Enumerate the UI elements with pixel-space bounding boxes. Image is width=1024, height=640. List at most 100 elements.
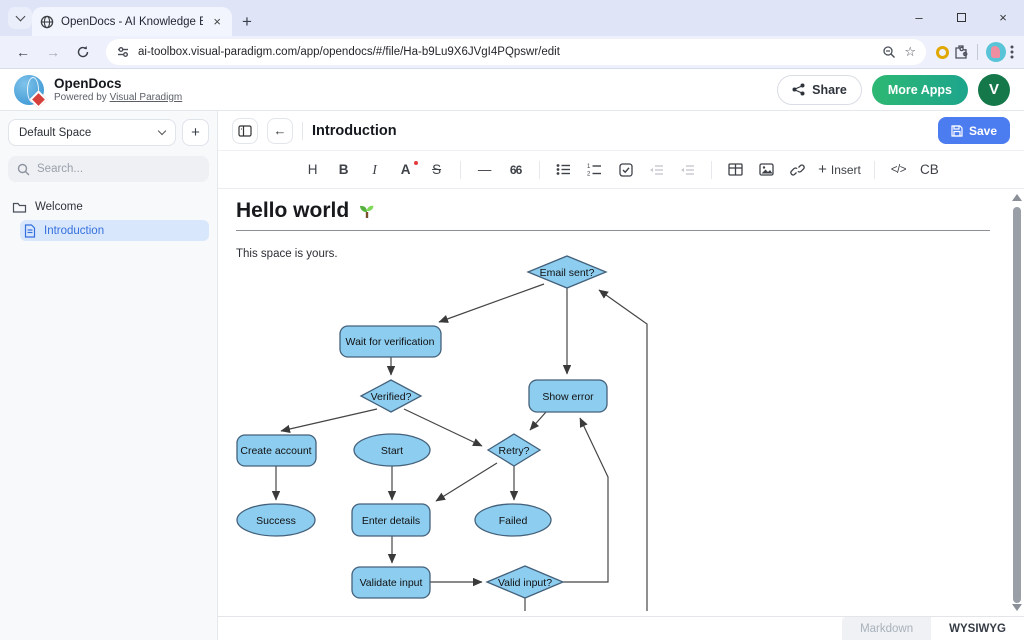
extensions-button[interactable] <box>953 44 969 60</box>
seedling-emoji <box>357 201 377 221</box>
chevron-down-icon <box>15 12 25 22</box>
reload-button[interactable] <box>70 39 96 65</box>
editor-content[interactable]: Hello world This space is yours. <box>218 189 1024 616</box>
tab-title: OpenDocs - AI Knowledge Base <box>61 16 203 28</box>
zoom-page-button[interactable] <box>882 45 896 59</box>
flow-node-wait-for-verification: Wait for verification <box>340 326 441 357</box>
indent-button[interactable] <box>643 157 670 183</box>
search-box[interactable] <box>8 156 209 182</box>
heading-button[interactable]: H <box>299 157 326 183</box>
wysiwyg-mode-button[interactable]: WYSIWYG <box>931 617 1024 640</box>
svg-text:Success: Success <box>256 515 296 527</box>
link-icon <box>790 163 805 177</box>
puzzle-icon <box>953 44 969 60</box>
page-title: Introduction <box>312 123 397 139</box>
svg-text:Show error: Show error <box>542 391 594 403</box>
image-icon <box>759 163 774 176</box>
svg-text:2: 2 <box>587 172 591 177</box>
bold-button[interactable]: B <box>330 157 357 183</box>
inline-code-button[interactable]: </> <box>885 157 912 183</box>
flow-node-success: Success <box>237 504 315 536</box>
flow-node-failed: Failed <box>475 504 551 536</box>
browser-menu-button[interactable] <box>1010 44 1014 60</box>
font-color-button[interactable]: A <box>392 157 419 183</box>
tab-search-button[interactable] <box>8 7 32 29</box>
document-header-bar: ← Introduction Save <box>218 111 1024 151</box>
visual-paradigm-link[interactable]: Visual Paradigm <box>110 92 183 103</box>
vertical-scrollbar[interactable] <box>1009 189 1024 616</box>
toolbar-divider <box>977 44 978 60</box>
minimize-button[interactable]: – <box>898 0 940 34</box>
forward-button[interactable]: → <box>40 39 66 65</box>
italic-button[interactable]: I <box>361 157 388 183</box>
bullet-list-button[interactable] <box>550 157 577 183</box>
svg-text:Valid input?: Valid input? <box>498 577 552 589</box>
three-dots-icon <box>1010 44 1014 60</box>
checkbox-icon <box>619 163 633 177</box>
add-space-button[interactable]: + <box>182 119 209 146</box>
editor-toolbar: H B I A S — 66 12 <box>218 151 1024 189</box>
insert-button[interactable]: + Insert <box>815 157 864 183</box>
insert-image-button[interactable] <box>753 157 780 183</box>
search-input[interactable] <box>37 163 177 175</box>
user-avatar[interactable]: V <box>978 74 1010 106</box>
site-settings-icon <box>116 45 130 59</box>
tab-close-icon[interactable]: × <box>210 14 224 29</box>
markdown-mode-button[interactable]: Markdown <box>842 617 931 640</box>
navigate-back-button[interactable]: ← <box>267 118 293 144</box>
svg-text:Create account: Create account <box>240 445 311 457</box>
save-button[interactable]: Save <box>938 117 1010 144</box>
flow-node-email-sent: Email sent? <box>528 256 606 288</box>
globe-favicon-icon <box>40 15 54 29</box>
toggle-sidebar-button[interactable] <box>232 118 258 144</box>
toolbar-separator <box>460 161 461 179</box>
ordered-list-button[interactable]: 12 <box>581 157 608 183</box>
flow-node-verified: Verified? <box>361 380 421 412</box>
flowchart-image[interactable]: Email sent? Wait for verification Show e… <box>225 251 685 613</box>
sidebar-item-welcome[interactable]: Welcome <box>8 196 209 218</box>
heading-rule <box>236 230 990 231</box>
sidebar-item-introduction[interactable]: Introduction <box>20 220 209 241</box>
close-window-button[interactable]: × <box>982 0 1024 34</box>
app-title: OpenDocs <box>54 76 182 92</box>
plus-icon: + <box>818 161 827 178</box>
browser-tab[interactable]: OpenDocs - AI Knowledge Base × <box>32 7 232 36</box>
insert-table-button[interactable] <box>722 157 749 183</box>
divider <box>302 122 303 140</box>
toolbar-separator <box>539 161 540 179</box>
browser-window: OpenDocs - AI Knowledge Base × + – × ← →… <box>0 0 1024 640</box>
strikethrough-button[interactable]: S <box>423 157 450 183</box>
bookmark-star-icon[interactable]: ☆ <box>904 44 916 60</box>
browser-tab-strip: OpenDocs - AI Knowledge Base × + – × <box>0 0 1024 36</box>
back-button[interactable]: ← <box>10 39 36 65</box>
space-selector[interactable]: Default Space <box>8 119 176 146</box>
scrollbar-thumb[interactable] <box>1013 207 1021 603</box>
extension-badge-icon[interactable] <box>936 46 949 59</box>
flow-node-validate-input: Validate input <box>352 567 430 598</box>
browser-profile-avatar[interactable] <box>986 42 1006 62</box>
table-icon <box>728 163 743 176</box>
flow-node-create-account: Create account <box>237 435 316 466</box>
svg-text:Start: Start <box>381 445 403 457</box>
horizontal-rule-button[interactable]: — <box>471 157 498 183</box>
svg-text:Wait for verification: Wait for verification <box>346 336 435 348</box>
maximize-button[interactable] <box>940 0 982 34</box>
reload-icon <box>76 45 90 59</box>
scroll-down-icon[interactable] <box>1012 604 1022 611</box>
share-button[interactable]: Share <box>777 75 862 105</box>
outdent-button[interactable] <box>674 157 701 183</box>
scroll-up-icon[interactable] <box>1012 194 1022 201</box>
new-tab-button[interactable]: + <box>242 12 252 32</box>
maximize-icon <box>957 13 966 22</box>
more-apps-button[interactable]: More Apps <box>872 75 968 105</box>
task-list-button[interactable] <box>612 157 639 183</box>
code-block-button[interactable]: CB <box>916 157 943 183</box>
bullet-list-icon <box>556 163 571 176</box>
save-label: Save <box>969 124 997 138</box>
address-bar[interactable]: ai-toolbox.visual-paradigm.com/app/opend… <box>106 39 926 65</box>
flow-node-enter-details: Enter details <box>352 504 430 536</box>
insert-link-button[interactable] <box>784 157 811 183</box>
blockquote-button[interactable]: 66 <box>502 157 529 183</box>
svg-text:Email sent?: Email sent? <box>540 267 595 279</box>
panel-toggle-icon <box>238 125 252 137</box>
